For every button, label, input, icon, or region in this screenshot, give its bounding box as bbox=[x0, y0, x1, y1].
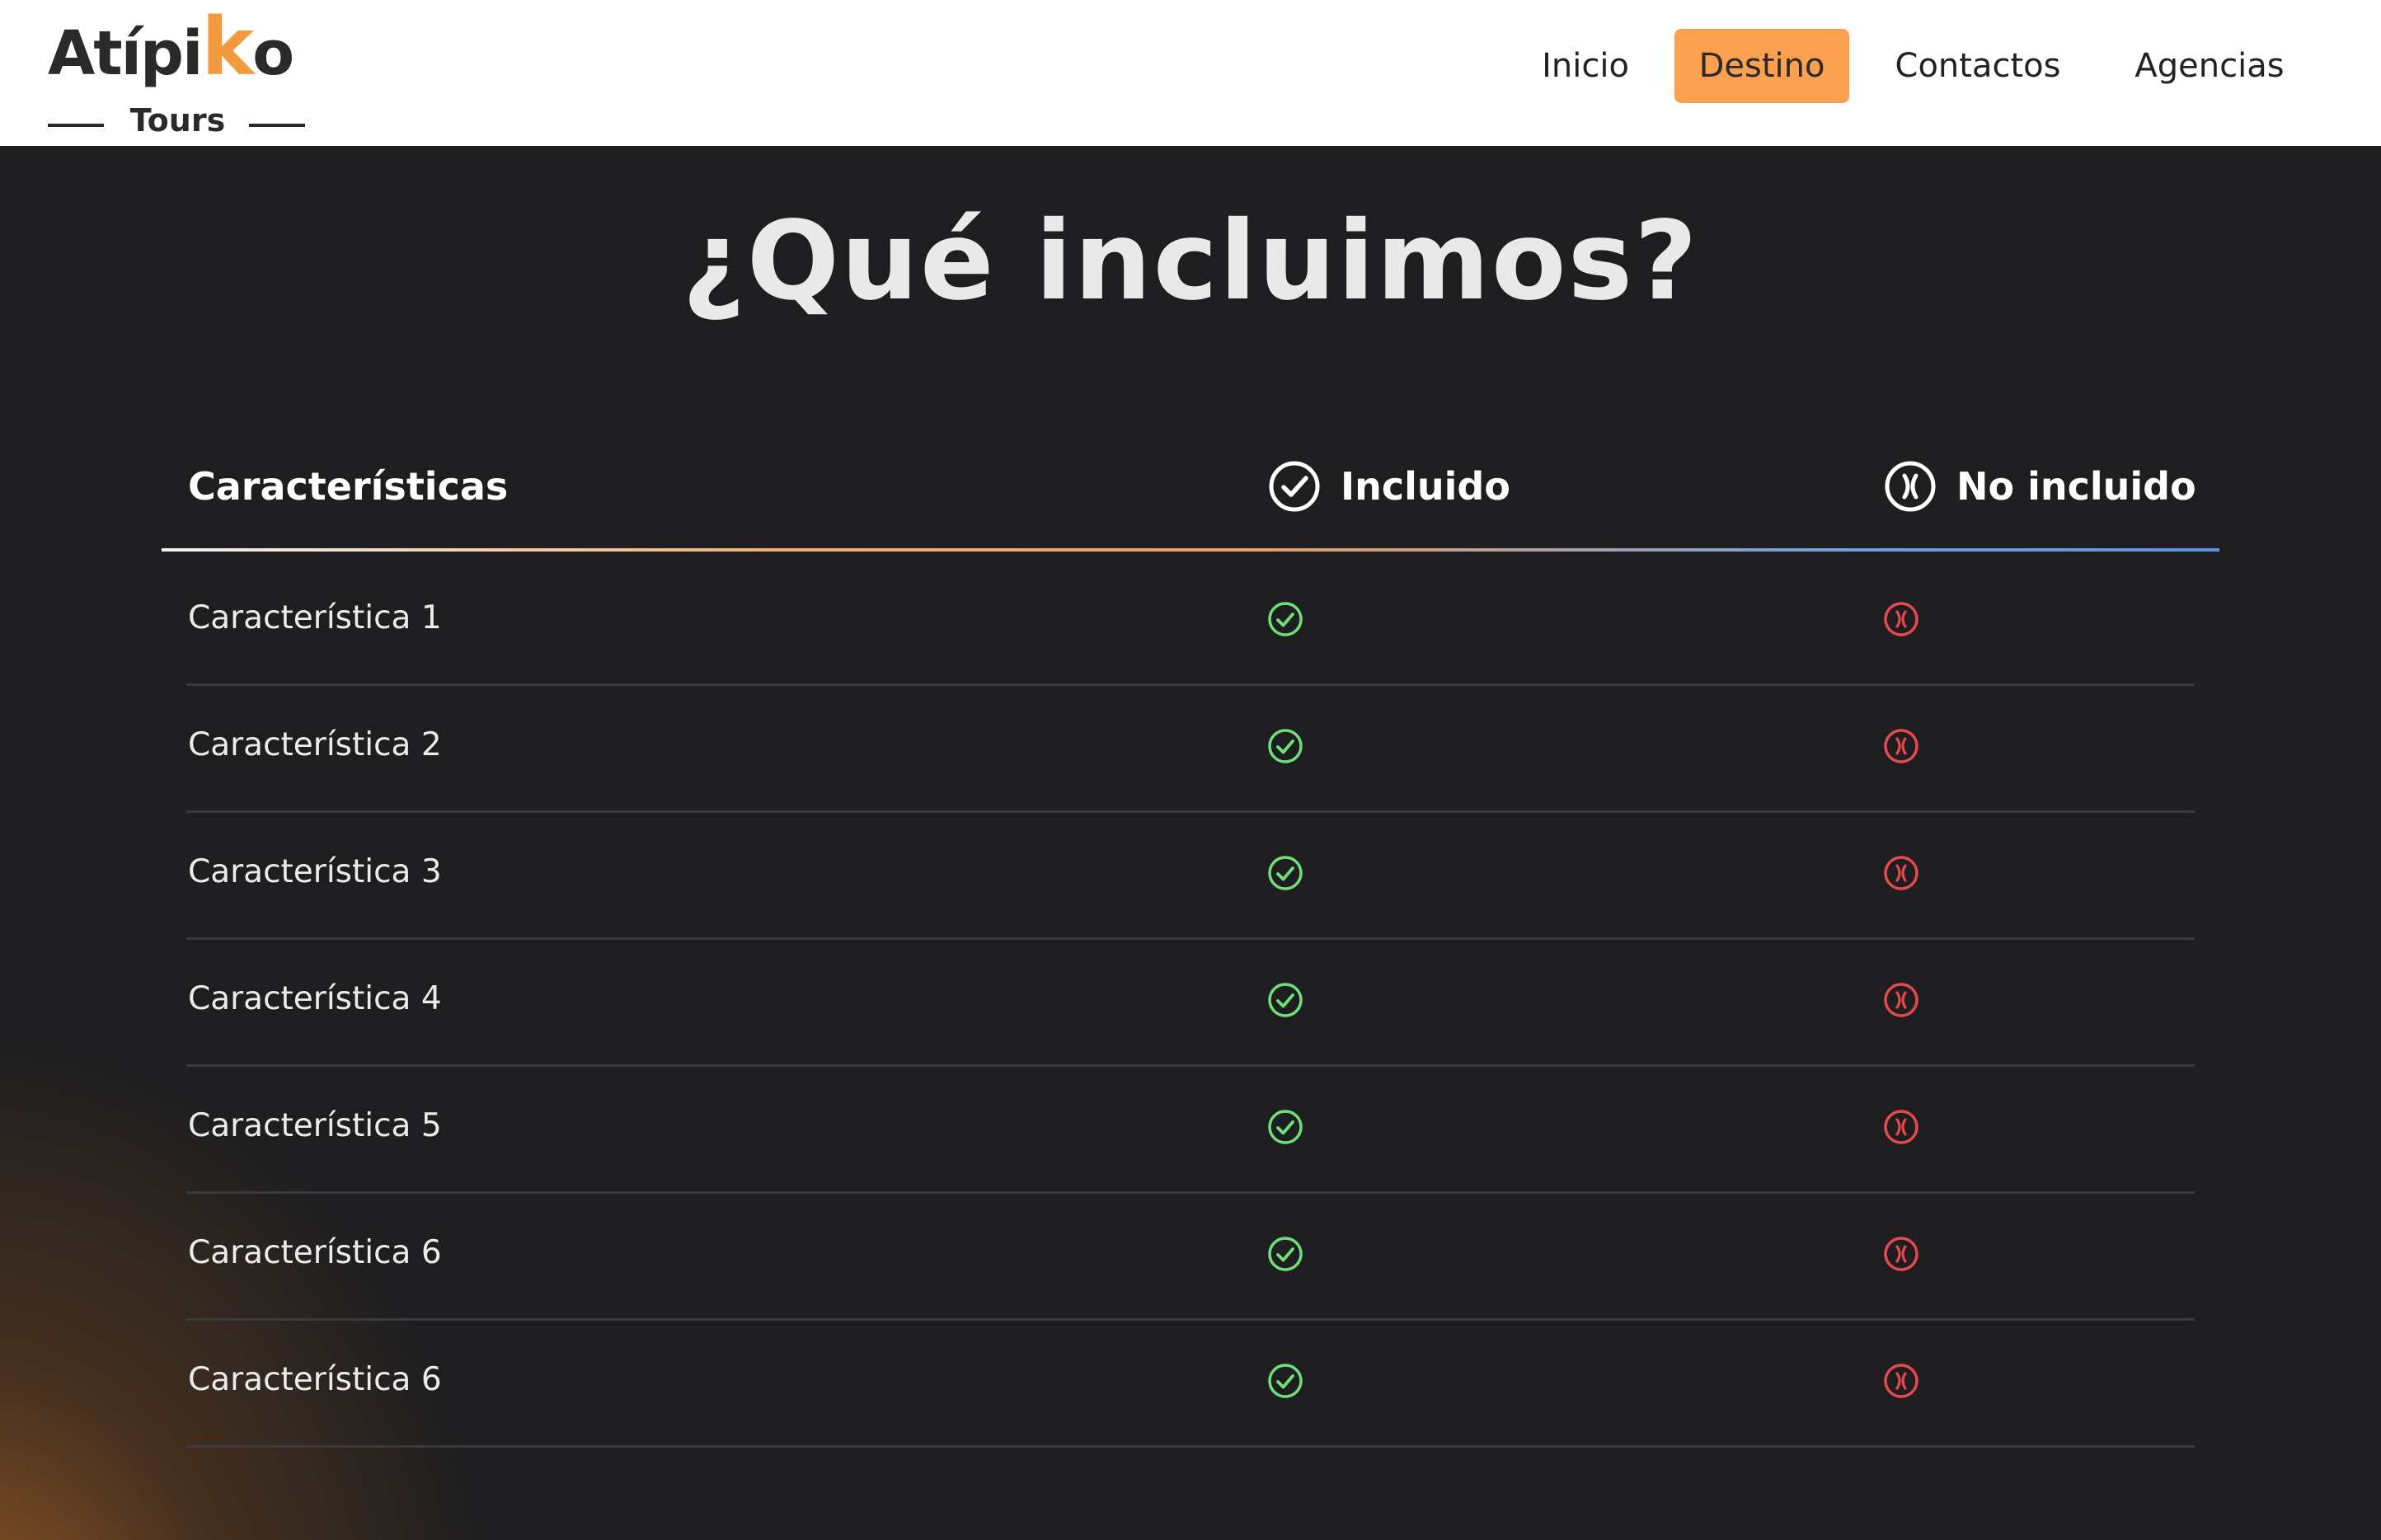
logo-subtitle-row: Tours bbox=[48, 102, 308, 139]
check-circle-icon bbox=[1266, 854, 1304, 892]
main-nav: Inicio Destino Contactos Agencias bbox=[0, 29, 2381, 103]
check-circle-icon bbox=[1266, 600, 1304, 638]
check-circle-icon bbox=[1266, 727, 1304, 765]
column-header-not-included: No incluido bbox=[1884, 458, 2196, 515]
feature-label: Característica 3 bbox=[188, 853, 442, 890]
table-row: Característica 1 bbox=[186, 558, 2195, 686]
table-header-divider bbox=[162, 548, 2219, 552]
column-header-included: Incluido bbox=[1268, 458, 1510, 515]
x-circle-icon bbox=[1884, 461, 1956, 511]
x-circle-icon bbox=[1882, 1108, 1920, 1146]
site-header: Atípiko Tours Inicio Destino Contactos A… bbox=[0, 0, 2381, 146]
column-header-features-label: Características bbox=[188, 464, 509, 509]
check-circle-icon bbox=[1266, 981, 1304, 1019]
column-header-not-included-label: No incluido bbox=[1956, 464, 2196, 509]
nav-item-agencias[interactable]: Agencias bbox=[2127, 29, 2292, 103]
check-circle-icon bbox=[1266, 1235, 1304, 1273]
feature-label: Característica 4 bbox=[188, 980, 442, 1017]
table-row: Característica 2 bbox=[186, 685, 2195, 813]
feature-label: Característica 5 bbox=[188, 1107, 442, 1144]
x-circle-icon bbox=[1882, 981, 1920, 1019]
check-circle-icon bbox=[1268, 461, 1341, 511]
nav-item-destino[interactable]: Destino bbox=[1674, 29, 1849, 103]
column-header-features: Características bbox=[188, 458, 508, 515]
x-circle-icon bbox=[1882, 1235, 1920, 1273]
feature-label: Característica 6 bbox=[188, 1361, 442, 1398]
table-row: Característica 3 bbox=[186, 812, 2195, 940]
page-title: ¿Qué incluimos? bbox=[682, 198, 1699, 325]
nav-item-contactos[interactable]: Contactos bbox=[1881, 29, 2074, 103]
table-row: Característica 6 bbox=[186, 1320, 2195, 1448]
table-row: Característica 5 bbox=[186, 1066, 2195, 1194]
x-circle-icon bbox=[1882, 600, 1920, 638]
column-header-included-label: Incluido bbox=[1341, 464, 1510, 509]
logo-divider bbox=[249, 124, 305, 127]
check-circle-icon bbox=[1266, 1362, 1304, 1400]
x-circle-icon bbox=[1882, 727, 1920, 765]
logo-subtitle: Tours bbox=[129, 102, 226, 139]
feature-label: Característica 2 bbox=[188, 726, 442, 763]
x-circle-icon bbox=[1882, 1362, 1920, 1400]
feature-label: Característica 1 bbox=[188, 599, 442, 636]
table-row: Característica 6 bbox=[186, 1193, 2195, 1321]
table-row: Característica 4 bbox=[186, 939, 2195, 1067]
feature-label: Característica 6 bbox=[188, 1234, 442, 1271]
nav-item-inicio[interactable]: Inicio bbox=[1532, 29, 1639, 103]
check-circle-icon bbox=[1266, 1108, 1304, 1146]
x-circle-icon bbox=[1882, 854, 1920, 892]
